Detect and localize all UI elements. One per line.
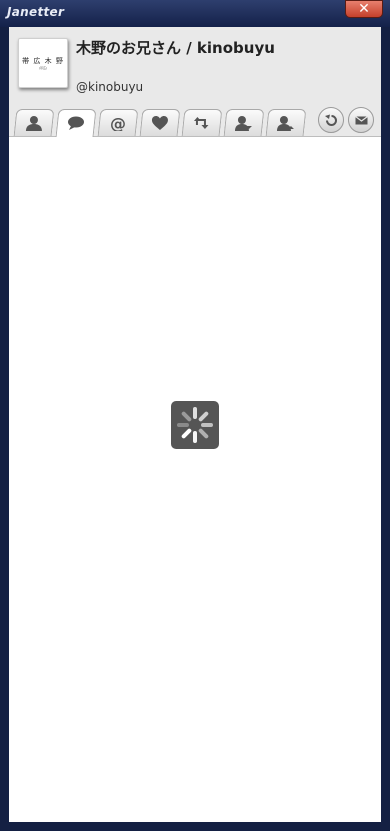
speech-bubble-icon bbox=[68, 116, 84, 130]
heart-icon bbox=[151, 116, 168, 130]
app-window: Janetter ✕ 帯 広 木 野 (帯広) 木野のお兄さん / kinobu… bbox=[0, 0, 390, 831]
followers-icon bbox=[234, 116, 252, 131]
mail-icon bbox=[355, 116, 368, 125]
message-button[interactable] bbox=[348, 107, 374, 133]
tab-retweets[interactable] bbox=[181, 109, 223, 136]
reply-icon bbox=[325, 114, 337, 126]
at-icon: @ bbox=[110, 115, 126, 131]
avatar-subtext: (帯広) bbox=[38, 66, 48, 70]
title-bar[interactable]: Janetter ✕ bbox=[0, 0, 390, 27]
profile-header: 帯 広 木 野 (帯広) 木野のお兄さん / kinobuyu @kinobuy… bbox=[9, 27, 381, 137]
avatar-text: 帯 広 木 野 bbox=[22, 57, 64, 65]
loading-spinner bbox=[171, 401, 219, 449]
reply-button[interactable] bbox=[318, 107, 344, 133]
user-handle: @kinobuyu bbox=[76, 80, 144, 94]
tab-favorites[interactable] bbox=[139, 109, 181, 136]
app-title: Janetter bbox=[7, 5, 65, 19]
tab-profile[interactable] bbox=[13, 109, 55, 136]
spinner-icon bbox=[177, 407, 213, 443]
following-icon bbox=[276, 116, 294, 131]
profile-panel: 帯 広 木 野 (帯広) 木野のお兄さん / kinobuyu @kinobuy… bbox=[9, 27, 381, 822]
tab-tweets[interactable] bbox=[55, 109, 97, 137]
user-icon bbox=[25, 116, 42, 131]
display-name: 木野のお兄さん / kinobuyu bbox=[76, 39, 275, 57]
tab-mentions[interactable]: @ bbox=[97, 109, 139, 136]
tab-following[interactable] bbox=[265, 109, 307, 136]
retweet-icon bbox=[193, 117, 209, 129]
tab-followers[interactable] bbox=[223, 109, 265, 136]
close-button[interactable]: ✕ bbox=[345, 0, 383, 18]
svg-text:@: @ bbox=[110, 115, 126, 131]
avatar[interactable]: 帯 広 木 野 (帯広) bbox=[18, 38, 68, 88]
